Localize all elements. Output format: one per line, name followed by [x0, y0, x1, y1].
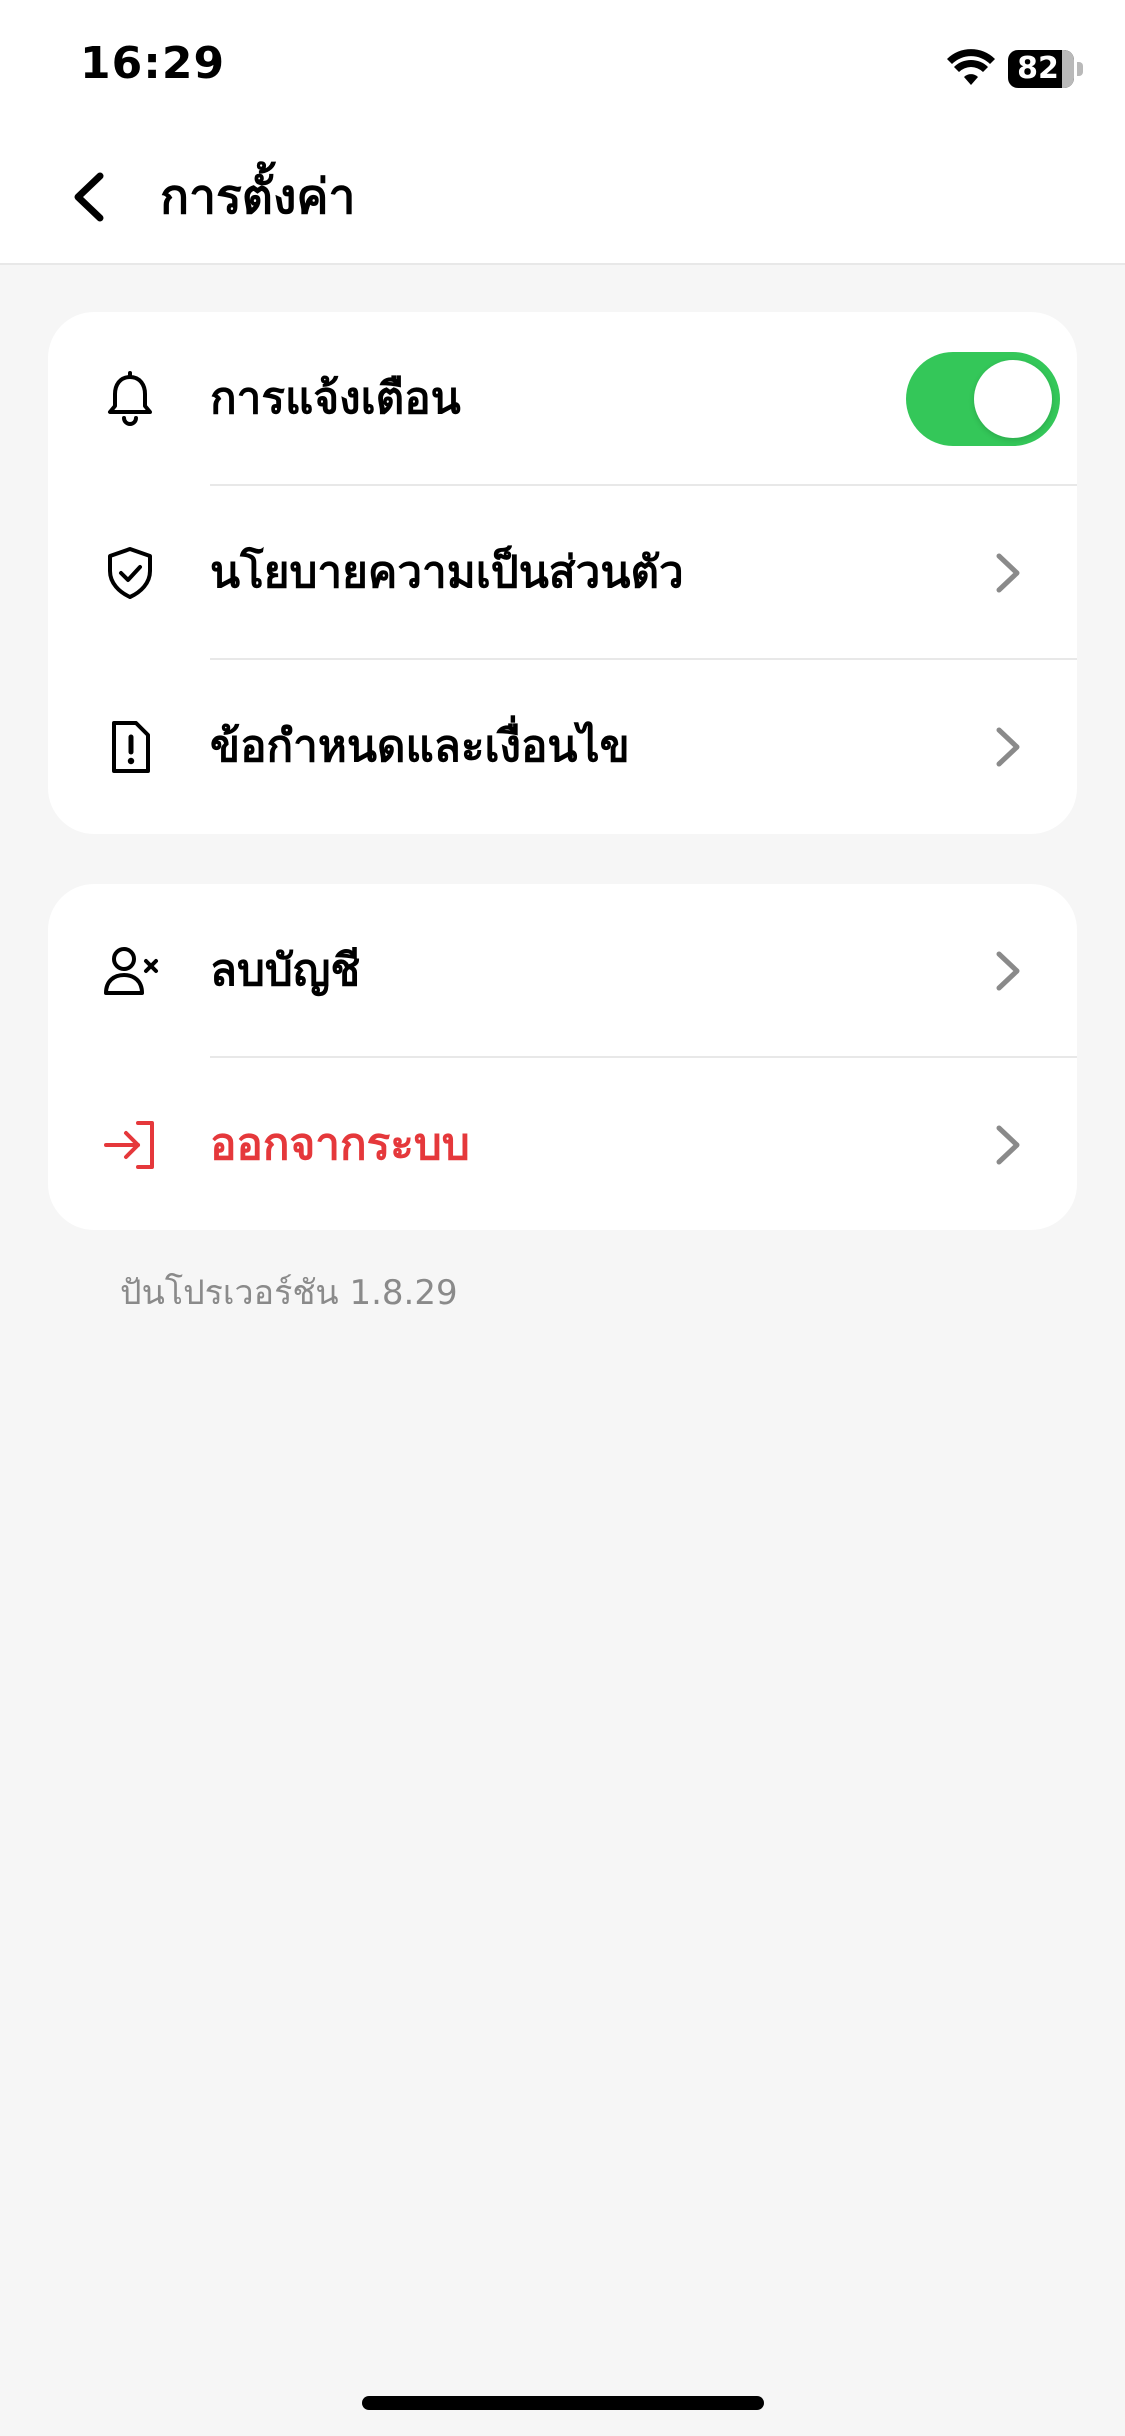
settings-row-delete-account[interactable]: ลบบัญชี — [48, 884, 1077, 1058]
chevron-left-icon — [74, 172, 104, 222]
home-indicator[interactable] — [362, 2396, 764, 2410]
wifi-icon — [947, 49, 995, 85]
chevron-right-icon — [996, 553, 1020, 593]
delete-account-label: ลบบัญชี — [210, 945, 361, 996]
privacy-policy-label: นโยบายความเป็นส่วนตัว — [210, 547, 684, 598]
page-title: การตั้งค่า — [160, 169, 356, 225]
notifications-toggle[interactable] — [906, 352, 1060, 446]
chevron-right-icon — [996, 727, 1020, 767]
settings-row-terms[interactable]: ข้อกำหนดและเงื่อนไข — [48, 660, 1077, 834]
back-button[interactable] — [60, 160, 120, 234]
notifications-label: การแจ้งเตือน — [210, 373, 461, 424]
status-time: 16:29 — [80, 38, 226, 89]
chevron-right-icon — [996, 951, 1020, 991]
user-remove-icon — [104, 947, 158, 995]
logout-icon — [104, 1121, 154, 1169]
shield-check-icon — [108, 547, 152, 599]
settings-card-account: ลบบัญชี ออกจากระบบ — [48, 884, 1077, 1230]
battery-body: 82 — [1008, 50, 1074, 88]
settings-card-general: การแจ้งเตือน นโยบายความเป็นส่วนตัว ข้อกำ… — [48, 312, 1077, 834]
bell-icon — [108, 371, 152, 426]
settings-row-notifications: การแจ้งเตือน — [48, 312, 1077, 486]
document-alert-icon — [112, 721, 150, 773]
battery-indicator: 82 — [1008, 50, 1084, 88]
app-version-text: ปันโปรเวอร์ชัน 1.8.29 — [120, 1273, 458, 1313]
logout-label: ออกจากระบบ — [210, 1119, 470, 1170]
battery-level-text: 82 — [1017, 51, 1059, 86]
settings-row-logout[interactable]: ออกจากระบบ — [48, 1058, 1077, 1230]
top-bar: 16:29 82 การตั้งค่า — [0, 0, 1125, 265]
terms-label: ข้อกำหนดและเงื่อนไข — [210, 721, 630, 772]
toggle-knob — [974, 360, 1052, 438]
settings-row-privacy-policy[interactable]: นโยบายความเป็นส่วนตัว — [48, 486, 1077, 660]
battery-cap — [1077, 62, 1083, 76]
chevron-right-icon — [996, 1125, 1020, 1165]
